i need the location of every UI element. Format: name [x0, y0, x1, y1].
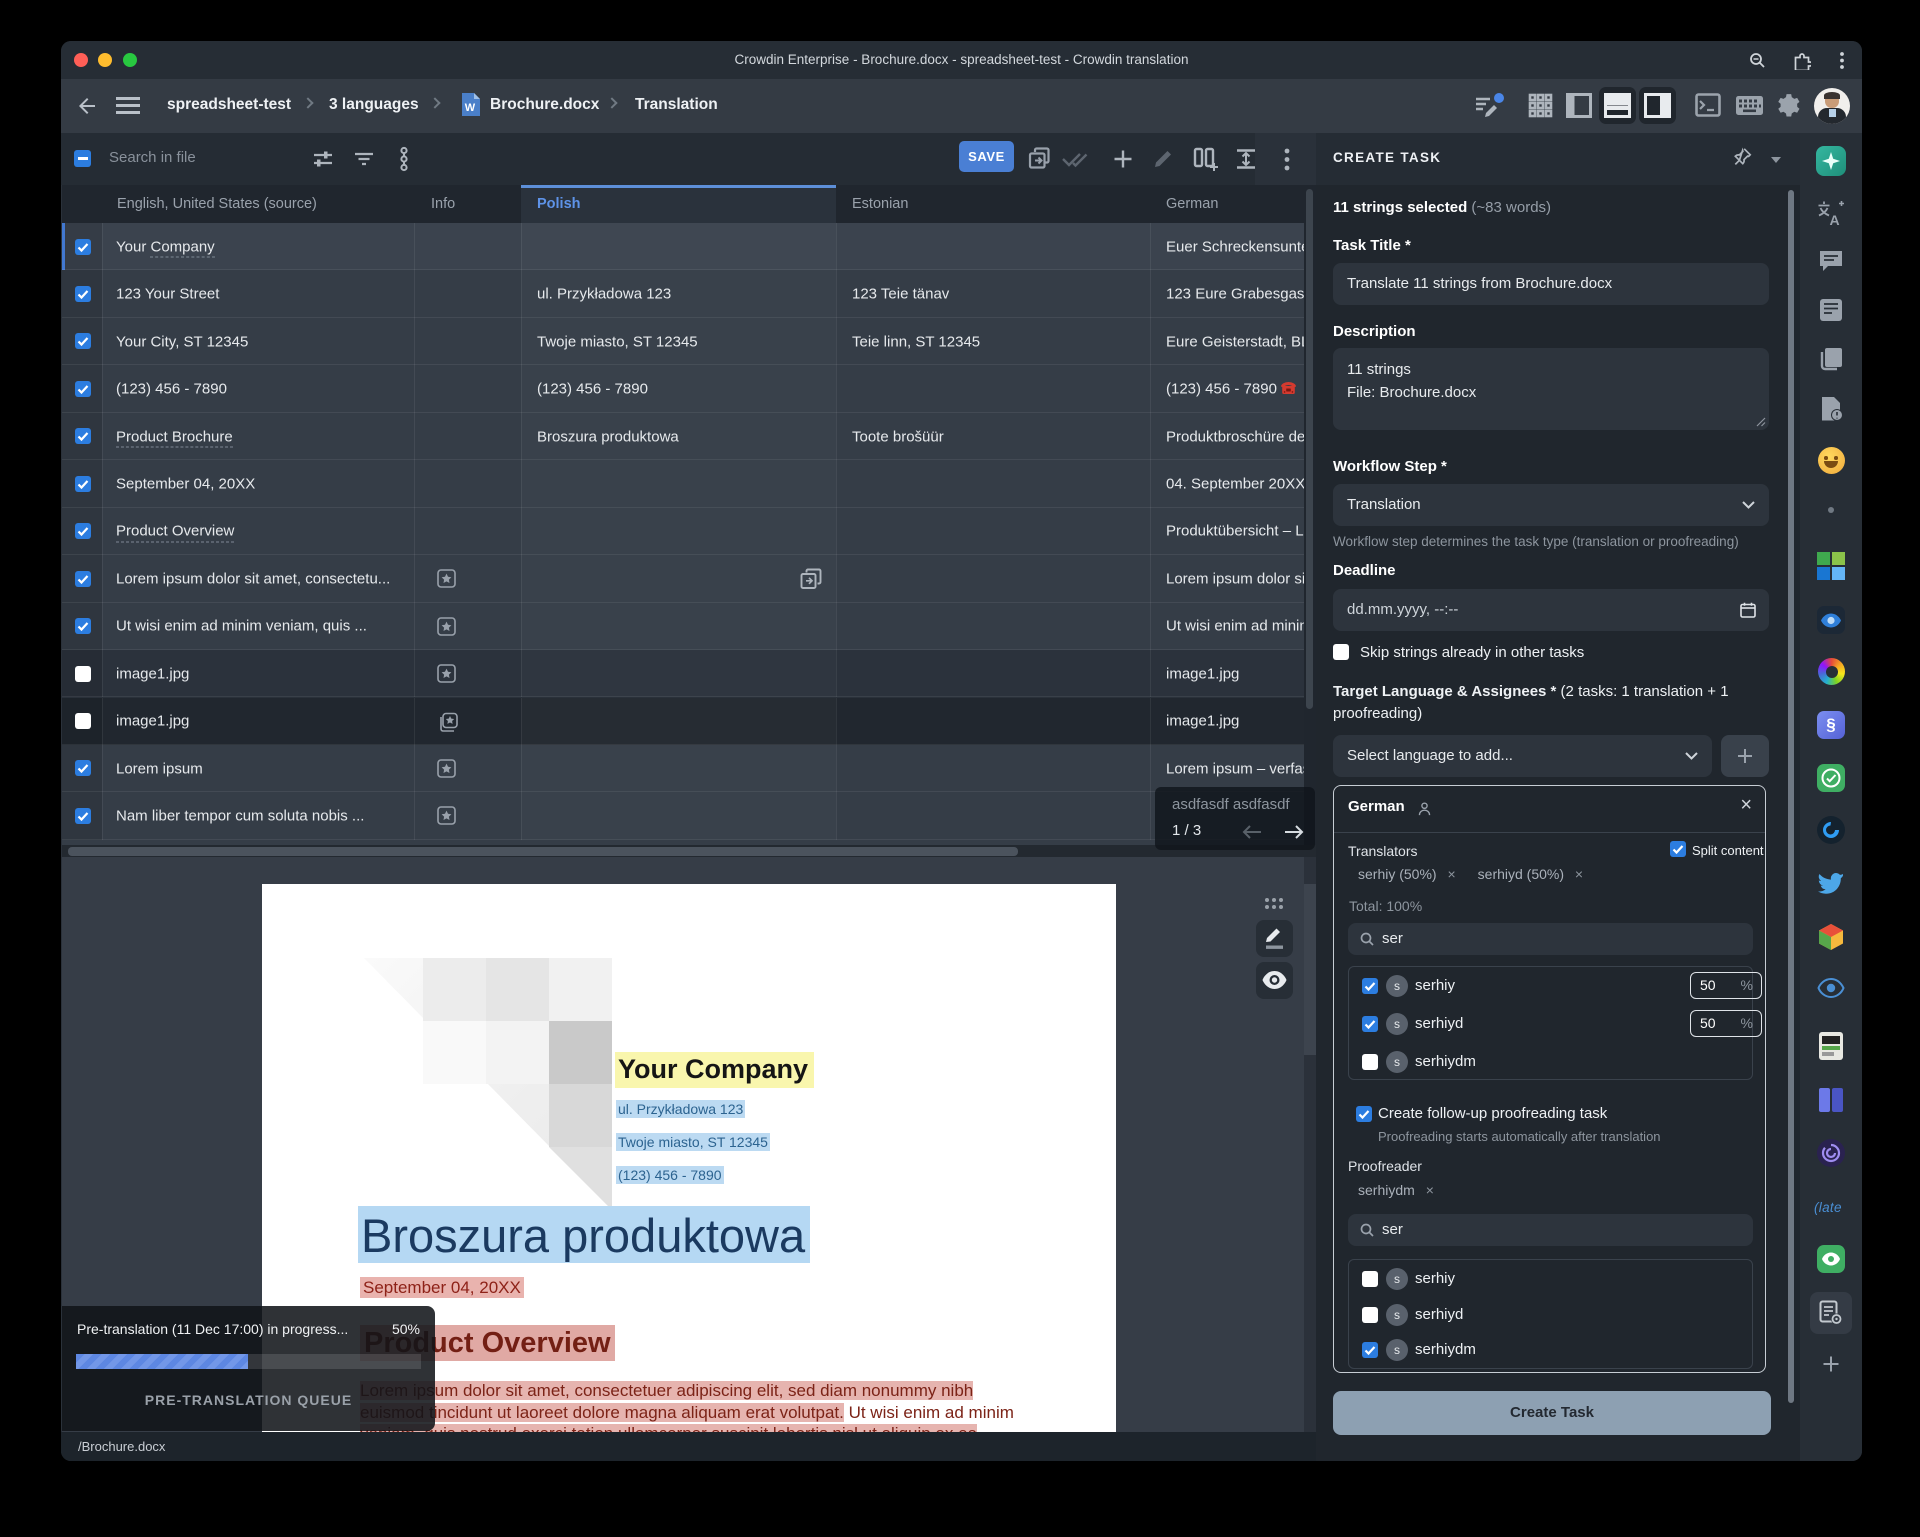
svg-text:A: A: [1830, 212, 1840, 226]
svg-text:W: W: [465, 102, 476, 114]
